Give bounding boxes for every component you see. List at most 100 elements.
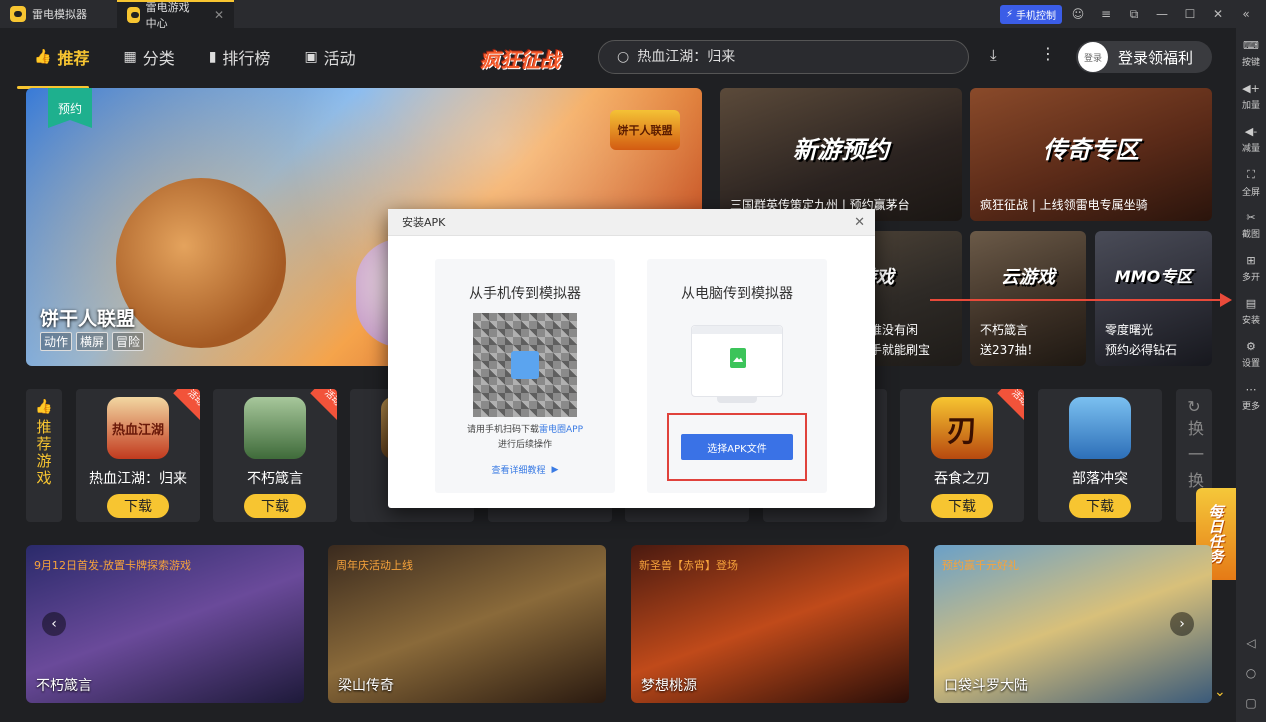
app-link[interactable]: 雷电圈APP (539, 425, 583, 435)
promo-caption: 疯狂征战 | 上线领雷电专属坐骑 (980, 198, 1148, 212)
more-icon: ⋯ (1245, 383, 1257, 396)
tutorial-link[interactable]: 查看详细教程 ▶ (491, 463, 559, 477)
hint-text: 请用手机扫码下载 (466, 425, 539, 435)
select-apk-button[interactable]: 选择APK文件 (681, 434, 793, 460)
phone-panel-title: 从手机传到模拟器 (469, 286, 581, 302)
recents-icon[interactable]: ▢ (1245, 696, 1256, 710)
banner-next-button[interactable]: › (1170, 612, 1194, 636)
volume-down-icon: ◀- (1244, 125, 1258, 138)
banner-title: 梦想桃源 (641, 678, 697, 694)
download-icon[interactable]: ⤓ (990, 46, 997, 64)
game-card[interactable]: 活动 不朽箴言 下载 (213, 389, 337, 522)
bottom-banner[interactable]: 新圣兽【赤宵】登场 梦想桃源 (631, 545, 909, 703)
bottom-banner[interactable]: 周年庆活动上线 梁山传奇 (328, 545, 606, 703)
promo-legend-zone[interactable]: 传奇专区 疯狂征战 | 上线领雷电专属坐骑 (970, 88, 1212, 221)
promo-new-games[interactable]: 新游预约 三国群英传策定九州 | 预约赢茅台 (720, 88, 962, 221)
close-icon[interactable]: ✕ (1206, 2, 1230, 26)
hero-title: 饼干人联盟 (40, 308, 136, 330)
toolbar-label: 设置 (1241, 359, 1260, 369)
toolbar-volume-up[interactable]: ◀+ 加量 (1242, 75, 1260, 118)
user-icon[interactable]: ☺ (1066, 2, 1090, 26)
hero-character-cookie (116, 178, 286, 348)
game-icon: 热血江湖 (107, 397, 169, 459)
game-icon: 刃 (931, 397, 993, 459)
banner-title: 梁山传奇 (338, 678, 394, 694)
toolbar-settings[interactable]: ⚙ 设置 (1242, 333, 1260, 376)
tab-label: 活动 (323, 49, 356, 68)
promo-caption-line: 不朽箴言 (980, 323, 1029, 337)
keyboard-icon: ⌨ (1243, 39, 1259, 52)
search-box[interactable]: ○ (598, 40, 969, 74)
game-card[interactable]: 活动 刃 吞食之刃 下载 (900, 389, 1024, 522)
toolbar-multi-instance[interactable]: ⊞ 多开 (1242, 247, 1260, 290)
promo-caption-line: 零度曙光 (1105, 323, 1154, 337)
game-icon (1069, 397, 1131, 459)
toolbar-label: 安装 (1241, 316, 1260, 326)
gear-icon: ⚙ (1246, 340, 1256, 353)
tab-recommend[interactable]: 👍 推荐 (0, 45, 106, 89)
download-button[interactable]: 下载 (244, 494, 306, 518)
toolbar-more[interactable]: ⋯ 更多 (1242, 376, 1260, 419)
tag: 横屏 (76, 332, 109, 351)
refresh-icon: ↻ (1187, 397, 1201, 416)
toolbar-volume-down[interactable]: ◀- 减量 (1242, 118, 1260, 161)
tutorial-label: 查看详细教程 (491, 466, 546, 476)
dialog-title: 安装APK (402, 216, 446, 229)
toolbar-keymap[interactable]: ⌨ 按键 (1242, 32, 1260, 75)
bar-chart-icon: ▮ (208, 49, 217, 65)
tab-category[interactable]: ▦ 分类 (106, 45, 191, 69)
home-icon[interactable]: ○ (1246, 666, 1256, 680)
top-nav: 👍 推荐 ▦ 分类 ▮ 排行榜 ▣ 活动 疯狂征战 ○ ⤓ ⋮ 登录 登录领福利 (0, 28, 1236, 89)
scan-hint: 请用手机扫码下载雷电圈APP 进行后续操作 (467, 423, 583, 453)
scissors-icon: ✂ (1246, 211, 1256, 224)
menu-icon[interactable]: ≡ (1094, 2, 1118, 26)
promo-heading: 传奇专区 (1043, 136, 1139, 164)
collapse-sidebar-icon[interactable]: « (1234, 2, 1258, 26)
bottom-banner[interactable]: 9月12日首发-放置卡牌探索游戏 不朽箴言 (26, 545, 304, 703)
window-controls: ⚡ 手机控制 ☺ ≡ ⧉ — ☐ ✕ « (999, 0, 1266, 28)
toolbar-label: 加量 (1241, 101, 1260, 111)
close-tab-icon[interactable]: ✕ (214, 8, 224, 22)
tag: 动作 (40, 332, 73, 351)
game-card[interactable]: 活动 热血江湖 热血江湖：归来 下载 (76, 389, 200, 522)
download-button[interactable]: 下载 (107, 494, 169, 518)
tab-game-center[interactable]: 雷电游戏中心 ✕ (117, 0, 234, 30)
search-input[interactable] (637, 49, 938, 65)
game-name: 不朽箴言 (247, 471, 303, 487)
game-card[interactable]: 部落冲突 下载 (1038, 389, 1162, 522)
toolbar-install[interactable]: ▤ 安装 (1242, 290, 1260, 333)
toolbar-label: 截图 (1241, 230, 1260, 240)
recommend-label-text: 推荐游戏 (34, 419, 53, 487)
featured-game-logo[interactable]: 疯狂征战 (474, 38, 566, 78)
toolbar-screenshot[interactable]: ✂ 截图 (1242, 204, 1260, 247)
back-icon[interactable]: ◁ (1246, 636, 1255, 650)
tab-activity[interactable]: ▣ 活动 (287, 45, 372, 69)
qr-logo-icon (511, 351, 539, 379)
title-bar: 雷电模拟器 雷电游戏中心 ✕ ⚡ 手机控制 ☺ ≡ ⧉ — ☐ ✕ « (0, 0, 1266, 30)
gift-icon: ▣ (304, 49, 318, 65)
tab-ranking[interactable]: ▮ 排行榜 (192, 45, 288, 69)
pc-panel-title: 从电脑传到模拟器 (681, 286, 793, 302)
promo-caption: 谁没有闲 手就能刷宝 (870, 320, 930, 360)
game-name: 部落冲突 (1072, 471, 1128, 487)
scroll-down-icon[interactable]: ⌄ (1214, 684, 1226, 700)
more-vertical-icon[interactable]: ⋮ (1040, 44, 1056, 63)
banner-prev-button[interactable]: ‹ (42, 612, 66, 636)
tab-label: 分类 (142, 49, 175, 68)
restore-window-icon[interactable]: ⧉ (1122, 2, 1146, 26)
download-button[interactable]: 下载 (1069, 494, 1131, 518)
minimize-icon[interactable]: — (1150, 2, 1174, 26)
tab-label: 雷电游戏中心 (145, 1, 190, 30)
hero-game-logo: 饼干人联盟 (610, 110, 680, 150)
download-button[interactable]: 下载 (931, 494, 993, 518)
login-button[interactable]: 登录 登录领福利 (1076, 41, 1212, 73)
toolbar-label: 全屏 (1241, 187, 1260, 198)
tab-label: 推荐 (57, 49, 90, 68)
android-nav-buttons: ◁ ○ ▢ (1236, 636, 1266, 710)
phone-control-button[interactable]: ⚡ 手机控制 (999, 4, 1062, 24)
toolbar-fullscreen[interactable]: ⛶ 全屏 (1242, 161, 1260, 204)
dialog-header: 安装APK ✕ (388, 209, 875, 236)
recommend-games-label: 👍 推荐游戏 (26, 389, 62, 522)
maximize-icon[interactable]: ☐ (1178, 2, 1202, 26)
dialog-close-icon[interactable]: ✕ (854, 215, 865, 230)
